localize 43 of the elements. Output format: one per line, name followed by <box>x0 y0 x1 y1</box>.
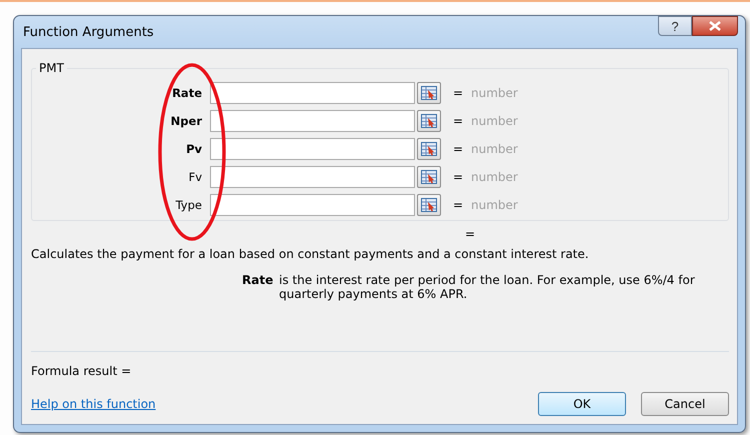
argument-result: number <box>471 86 518 100</box>
argument-result: number <box>471 198 518 212</box>
argument-label: Nper <box>170 114 203 128</box>
equals-sign: = <box>453 198 464 212</box>
argument-result: number <box>471 114 518 128</box>
result-equals: = <box>465 227 476 241</box>
collapse-dialog-button[interactable] <box>417 166 441 188</box>
argument-field[interactable] <box>210 110 415 132</box>
close-button[interactable] <box>692 16 738 36</box>
cancel-button[interactable]: Cancel <box>641 392 729 416</box>
argument-field[interactable] <box>210 166 415 188</box>
equals-sign: = <box>453 142 464 156</box>
collapse-dialog-button[interactable] <box>417 82 441 104</box>
argument-result: number <box>471 170 518 184</box>
range-select-icon <box>421 198 437 212</box>
range-select-icon <box>421 114 437 128</box>
range-select-icon <box>421 86 437 100</box>
formula-result: Formula result = <box>31 364 132 378</box>
function-name: PMT <box>38 61 65 75</box>
argument-label: Rate <box>171 86 203 100</box>
argument-label: Fv <box>188 170 203 184</box>
ok-button[interactable]: OK <box>538 392 626 416</box>
argument-label: Type <box>174 198 203 212</box>
collapse-dialog-button[interactable] <box>417 194 441 216</box>
help-button[interactable]: ? <box>658 16 692 36</box>
collapse-dialog-button[interactable] <box>417 110 441 132</box>
argument-description: is the interest rate per period for the loan. For example, use 6%/4 for quarterly payments at 6% APR. <box>279 273 696 301</box>
equals-sign: = <box>453 114 464 128</box>
range-select-icon <box>421 142 437 156</box>
argument-field[interactable] <box>210 194 415 216</box>
function-description: Calculates the payment for a loan based on constant payments and a constant interest rate. <box>31 247 590 261</box>
window-title: Function Arguments <box>23 25 154 40</box>
help-link[interactable]: Help on this function <box>31 397 156 411</box>
collapse-dialog-button[interactable] <box>417 138 441 160</box>
argument-result: number <box>471 142 518 156</box>
argument-field[interactable] <box>210 82 415 104</box>
argument-name: Rate <box>242 273 274 289</box>
argument-label: Pv <box>185 142 203 156</box>
argument-field[interactable] <box>210 138 415 160</box>
equals-sign: = <box>453 170 464 184</box>
close-icon <box>709 21 721 31</box>
range-select-icon <box>421 170 437 184</box>
equals-sign: = <box>453 86 464 100</box>
